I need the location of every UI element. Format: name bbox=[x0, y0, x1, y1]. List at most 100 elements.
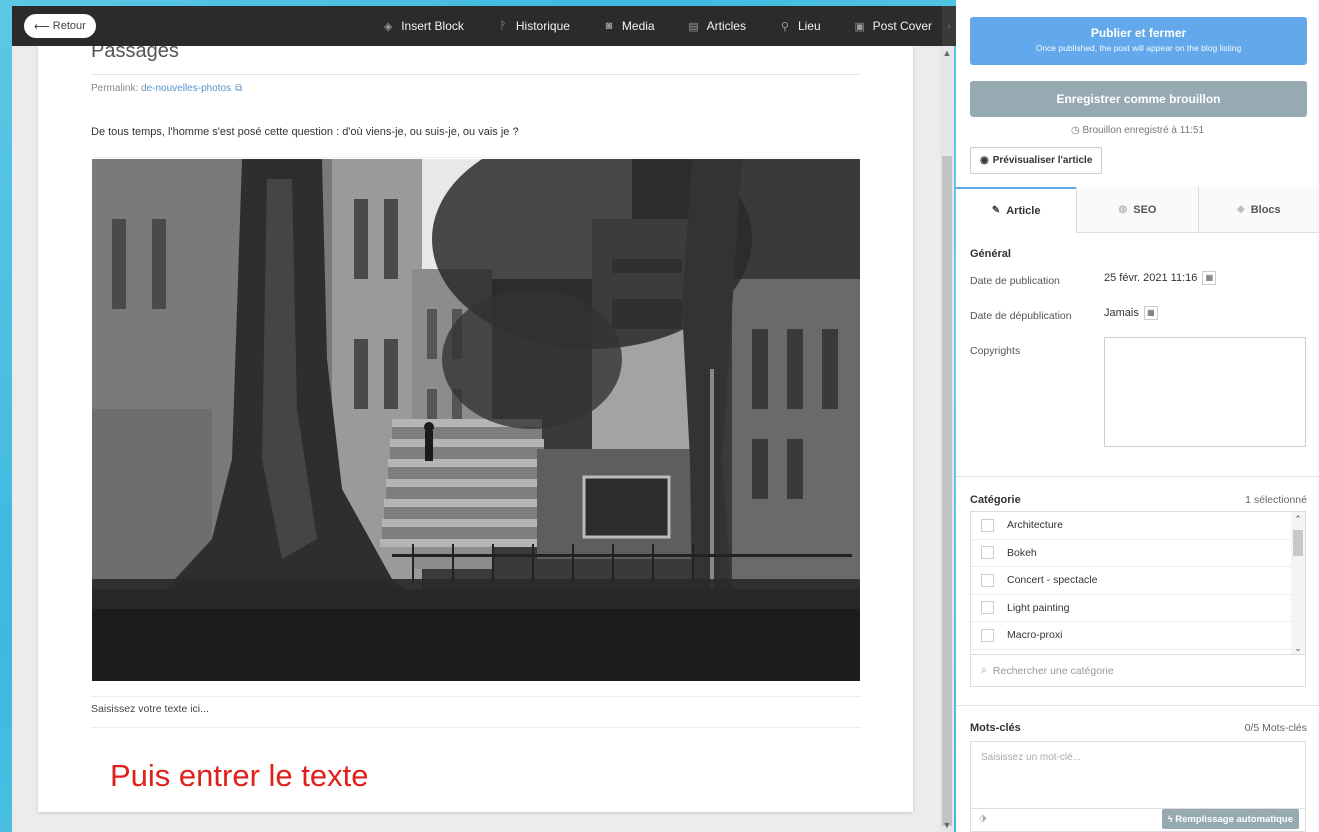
editor-scrollbar[interactable]: ▲ ▼ bbox=[940, 46, 954, 832]
media-label: Media bbox=[621, 19, 655, 33]
tab-seo-label: SEO bbox=[1133, 203, 1157, 216]
checkbox[interactable] bbox=[981, 573, 994, 587]
preview-label: Prévisualiser l'article bbox=[992, 155, 1093, 166]
unpublish-date-label: Date de dépublication bbox=[970, 310, 1072, 322]
keywords-count: 0/5 Mots-clés bbox=[1244, 722, 1307, 734]
publish-sublabel: Once published, the post will appear on … bbox=[1035, 43, 1242, 53]
draft-saved-status: ◷ Brouillon enregistré à 11:51 bbox=[956, 125, 1319, 136]
autofill-label: Remplissage automatique bbox=[1175, 813, 1293, 825]
post-title[interactable]: Passages bbox=[91, 46, 179, 63]
keyword-input[interactable]: Saisissez un mot-clé... bbox=[970, 741, 1306, 809]
scroll-down-icon[interactable]: ▼ bbox=[940, 820, 954, 830]
category-search-input[interactable]: ⌕ Rechercher une catégorie bbox=[970, 655, 1306, 687]
map-pin-icon: ⚲ bbox=[780, 20, 789, 33]
unpublish-date-value: Jamais bbox=[1104, 307, 1139, 319]
editor-canvas: Passages Permalink: de-nouvelles-photos ⧉… bbox=[12, 46, 940, 832]
save-draft-button[interactable]: Enregistrer comme brouillon bbox=[970, 81, 1307, 117]
tab-seo[interactable]: ◍ SEO bbox=[1076, 187, 1198, 232]
keywords-heading: Mots-clés bbox=[970, 722, 1021, 734]
copyrights-textarea[interactable] bbox=[1104, 337, 1306, 447]
back-label: Retour bbox=[52, 20, 86, 32]
paragraph-text[interactable]: De tous temps, l'homme s'est posé cette … bbox=[91, 126, 519, 138]
back-button[interactable]: ⟵ Retour bbox=[24, 14, 96, 38]
list-item[interactable]: Architecture bbox=[971, 512, 1305, 540]
category-label: Architecture bbox=[1007, 519, 1064, 532]
scroll-thumb[interactable] bbox=[1293, 530, 1303, 556]
insert-block-button[interactable]: ◈ Insert Block bbox=[382, 19, 464, 33]
text-placeholder: Saisissez votre texte ici... bbox=[91, 703, 209, 715]
tag-icon: ⬗ bbox=[979, 813, 987, 824]
checkbox[interactable] bbox=[981, 601, 994, 615]
section-divider bbox=[956, 705, 1319, 706]
location-button[interactable]: ⚲ Lieu bbox=[779, 19, 821, 33]
list-item[interactable]: Concert - spectacle bbox=[971, 567, 1305, 595]
category-count: 1 sélectionné bbox=[1245, 494, 1307, 506]
publish-label: Publier et fermer bbox=[1090, 26, 1187, 40]
publication-date-label: Date de publication bbox=[970, 275, 1060, 287]
autofill-button[interactable]: ϟ Remplissage automatique bbox=[1161, 809, 1299, 829]
list-item[interactable]: Bokeh bbox=[971, 540, 1305, 567]
category-scrollbar[interactable]: ⌃ ⌄ bbox=[1291, 512, 1305, 654]
chevron-down-icon[interactable]: ⌄ bbox=[1291, 643, 1305, 654]
list-item[interactable]: Macro-proxi bbox=[971, 622, 1305, 650]
keyword-footer: ⬗ ϟ Remplissage automatique bbox=[970, 809, 1306, 832]
articles-button[interactable]: ▤ Articles bbox=[688, 19, 746, 33]
calendar-icon[interactable]: ▦ bbox=[1202, 271, 1217, 285]
section-divider bbox=[956, 476, 1319, 477]
street-photo bbox=[92, 159, 860, 681]
publication-date-field[interactable]: 25 févr. 2021 11:16 ▦ bbox=[1104, 271, 1217, 285]
title-divider bbox=[91, 74, 860, 75]
chevron-right-icon: › bbox=[947, 20, 951, 32]
collapse-handle[interactable]: › bbox=[942, 6, 956, 46]
publish-and-close-button[interactable]: Publier et fermer Once published, the po… bbox=[970, 17, 1307, 65]
category-label: Macro-proxi bbox=[1007, 629, 1063, 642]
category-label: Light painting bbox=[1007, 601, 1070, 614]
scroll-up-icon[interactable]: ▲ bbox=[940, 48, 954, 58]
history-label: Historique bbox=[515, 19, 570, 33]
post-cover-button[interactable]: ▣ Post Cover bbox=[854, 19, 932, 33]
tab-article[interactable]: ✎ Article bbox=[956, 187, 1077, 233]
chevron-up-icon[interactable]: ⌃ bbox=[1291, 514, 1305, 525]
permalink-link[interactable]: de-nouvelles-photos bbox=[141, 83, 231, 94]
image-icon: ▣ bbox=[854, 20, 865, 33]
publication-date-value: 25 févr. 2021 11:16 bbox=[1104, 272, 1198, 284]
copyrights-label: Copyrights bbox=[970, 345, 1021, 357]
settings-sidebar: Publier et fermer Once published, the po… bbox=[956, 0, 1319, 832]
checkbox[interactable] bbox=[981, 518, 994, 532]
list-item[interactable]: Light painting bbox=[971, 595, 1305, 622]
scroll-thumb[interactable] bbox=[942, 156, 952, 826]
post-cover-label: Post Cover bbox=[872, 19, 932, 33]
editor-toolbar: ⟵ Retour ◈ Insert Block ᚹ Historique ◙ M… bbox=[12, 6, 956, 46]
category-label: Concert - spectacle bbox=[1007, 574, 1098, 587]
globe-icon: ◍ bbox=[1118, 204, 1128, 215]
preview-article-button[interactable]: ◉ Prévisualiser l'article bbox=[970, 147, 1103, 174]
unpublish-date-field[interactable]: Jamais ▦ bbox=[1104, 306, 1158, 320]
camera-icon: ◙ bbox=[605, 20, 613, 32]
checkbox[interactable] bbox=[981, 546, 994, 560]
tab-blocs[interactable]: ◈ Blocs bbox=[1197, 187, 1319, 232]
post-paper: Passages Permalink: de-nouvelles-photos ⧉… bbox=[38, 46, 913, 812]
permalink-label: Permalink: bbox=[91, 83, 139, 94]
category-heading: Catégorie bbox=[970, 494, 1021, 506]
external-link-icon[interactable]: ⧉ bbox=[235, 83, 242, 94]
instruction-annotation: Puis entrer le texte bbox=[110, 758, 369, 793]
calendar-icon[interactable]: ▦ bbox=[1143, 306, 1158, 320]
articles-label: Articles bbox=[706, 19, 746, 33]
tab-blocs-label: Blocs bbox=[1250, 203, 1281, 216]
location-label: Lieu bbox=[797, 19, 821, 33]
checkbox[interactable] bbox=[981, 628, 994, 642]
category-list: Architecture Bokeh Concert - spectacle L… bbox=[970, 511, 1306, 655]
media-button[interactable]: ◙ Media bbox=[603, 19, 655, 33]
search-icon: ⌕ bbox=[981, 664, 987, 676]
keyword-placeholder: Saisissez un mot-clé... bbox=[981, 752, 1082, 763]
history-icon: ᚹ bbox=[499, 20, 507, 32]
tab-article-label: Article bbox=[1006, 204, 1041, 217]
insert-block-label: Insert Block bbox=[401, 19, 464, 33]
clock-icon: ◷ bbox=[1070, 125, 1080, 136]
text-input-block[interactable]: Saisissez votre texte ici... bbox=[91, 696, 861, 728]
post-image[interactable] bbox=[92, 159, 860, 681]
toolbar-actions: ◈ Insert Block ᚹ Historique ◙ Media ▤ Ar… bbox=[349, 19, 932, 33]
history-button[interactable]: ᚹ Historique bbox=[497, 19, 570, 33]
bolt-icon: ϟ bbox=[1167, 813, 1173, 825]
cube-icon: ◈ bbox=[1236, 204, 1245, 215]
